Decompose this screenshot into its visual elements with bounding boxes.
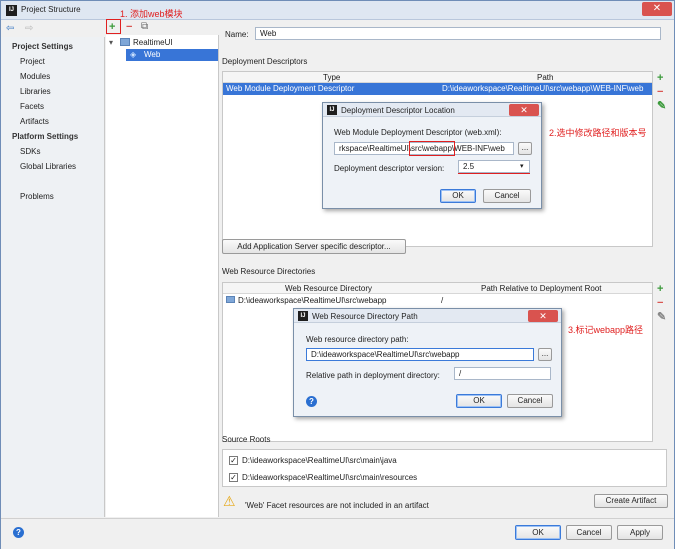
chevron-down-icon: ▾: [520, 163, 524, 170]
facet-settings-panel: Name: Web Deployment Descriptors Type Pa…: [220, 21, 675, 517]
descriptor-dialog-title-bar: IJ Deployment Descriptor Location ✕: [323, 103, 541, 117]
sidebar-item-project[interactable]: Project: [20, 57, 45, 66]
sidebar-header-project-settings: Project Settings: [12, 42, 73, 51]
remove-resource-dir-icon[interactable]: −: [657, 298, 663, 309]
col-path[interactable]: Path: [537, 73, 553, 82]
descriptor-dialog-title: Deployment Descriptor Location: [341, 106, 455, 115]
folder-icon: [226, 296, 235, 303]
resource-dialog-title: Web Resource Directory Path: [312, 312, 418, 321]
source-root-resources: D:\ideaworkspace\RealtimeUI\src\main\res…: [242, 473, 418, 482]
edit-descriptor-icon[interactable]: ✎: [657, 101, 666, 112]
resource-dir-path: D:\ideaworkspace\RealtimeUI\src\webapp: [238, 296, 387, 305]
web-resource-dirs-label: Web Resource Directories: [222, 267, 316, 276]
tree-item-web-selected[interactable]: ◈ Web: [126, 49, 218, 61]
deployment-descriptors-label: Deployment Descriptors: [222, 57, 308, 66]
chevron-down-icon[interactable]: ▾: [109, 38, 113, 47]
resource-ok-button[interactable]: OK: [456, 394, 502, 408]
col-resource-dir[interactable]: Web Resource Directory: [285, 284, 372, 293]
module-folder-icon: [120, 38, 130, 46]
resource-dir-relative: /: [441, 296, 444, 305]
create-artifact-button[interactable]: Create Artifact: [594, 494, 668, 508]
descriptor-path: D:\ideaworkspace\RealtimeUI\src\webapp\W…: [442, 84, 644, 93]
resource-cancel-button[interactable]: Cancel: [507, 394, 553, 408]
annotation-edit-path-version: 2.选中修改路径和版本号: [549, 128, 647, 138]
project-structure-window: IJ Project Structure ✕ ⇦ ⇨ Project Setti…: [0, 0, 675, 549]
edit-resource-dir-icon[interactable]: ✎: [657, 312, 666, 323]
source-roots-list: ✓ D:\ideaworkspace\RealtimeUI\src\main\j…: [222, 449, 667, 487]
source-root-checkbox-java[interactable]: ✓: [229, 456, 238, 465]
intellij-dialog-icon: IJ: [327, 105, 337, 115]
sidebar-header-platform-settings: Platform Settings: [12, 132, 79, 141]
source-root-java: D:\ideaworkspace\RealtimeUI\src\main\jav…: [242, 456, 397, 465]
sidebar-item-problems[interactable]: Problems: [20, 192, 54, 201]
col-type[interactable]: Type: [323, 73, 340, 82]
resource-dialog-close[interactable]: ✕: [528, 310, 558, 322]
resource-dir-dialog: IJ Web Resource Directory Path ✕ Web res…: [293, 308, 562, 417]
web-facet-icon: ◈: [130, 50, 137, 59]
window-close-button[interactable]: ✕: [642, 2, 672, 16]
sidebar-item-modules[interactable]: Modules: [20, 72, 50, 81]
descriptor-version-label: Deployment descriptor version:: [334, 164, 445, 173]
sidebar-item-global-libraries[interactable]: Global Libraries: [20, 162, 76, 171]
sidebar-item-libraries[interactable]: Libraries: [20, 87, 51, 96]
descriptor-version-value: 2.5: [463, 162, 475, 171]
add-server-descriptor-button[interactable]: Add Application Server specific descript…: [222, 239, 406, 254]
copy-module-button[interactable]: ⧉: [141, 21, 148, 32]
descriptor-ok-button[interactable]: OK: [440, 189, 476, 203]
descriptor-location-dialog: IJ Deployment Descriptor Location ✕ Web …: [322, 102, 542, 209]
dialog-footer: ? OK Cancel Apply: [1, 518, 674, 549]
intellij-app-icon: IJ: [6, 5, 17, 16]
relative-path-label: Relative path in deployment directory:: [306, 371, 440, 380]
help-icon[interactable]: ?: [306, 396, 317, 407]
tree-item-web-label: Web: [144, 50, 161, 59]
facet-name-field[interactable]: Web: [255, 27, 661, 40]
name-label: Name:: [225, 30, 249, 39]
module-tree: ▾ RealtimeUI ◈ Web: [106, 35, 219, 517]
remove-descriptor-icon[interactable]: −: [657, 87, 663, 98]
back-arrow-icon[interactable]: ⇦: [6, 23, 14, 34]
title-bar: IJ Project Structure ✕: [1, 1, 674, 20]
help-icon[interactable]: ?: [13, 527, 24, 538]
footer-ok-button[interactable]: OK: [515, 525, 561, 540]
intellij-dialog-icon: IJ: [298, 311, 308, 321]
forward-arrow-icon[interactable]: ⇨: [25, 23, 33, 34]
version-underline-highlight: [458, 173, 530, 174]
annotation-add-web-module: 1. 添加web模块: [120, 9, 183, 19]
sidebar-item-facets[interactable]: Facets: [20, 102, 44, 111]
resource-dir-field[interactable]: D:\ideaworkspace\RealtimeUI\src\webapp: [306, 348, 534, 361]
resource-dialog-title-bar: IJ Web Resource Directory Path ✕: [294, 309, 561, 323]
footer-apply-button[interactable]: Apply: [617, 525, 663, 540]
window-title: Project Structure: [21, 5, 81, 14]
annotation-mark-webapp: 3.标记webapp路径: [568, 325, 644, 335]
tree-item-module[interactable]: RealtimeUI: [133, 38, 173, 47]
add-descriptor-icon[interactable]: +: [657, 73, 663, 84]
col-relative-path[interactable]: Path Relative to Deployment Root: [481, 284, 602, 293]
descriptor-type: Web Module Deployment Descriptor: [226, 84, 355, 93]
source-root-checkbox-resources[interactable]: ✓: [229, 473, 238, 482]
descriptor-dialog-close[interactable]: ✕: [509, 104, 539, 116]
descriptor-cancel-button[interactable]: Cancel: [483, 189, 531, 203]
settings-sidebar: Project Settings Project Modules Librari…: [1, 37, 105, 517]
warning-icon: ⚠: [223, 493, 236, 509]
add-module-button[interactable]: +: [109, 21, 115, 33]
source-roots-label: Source Roots: [222, 435, 271, 444]
descriptor-version-select[interactable]: 2.5 ▾: [458, 160, 530, 173]
remove-module-button[interactable]: −: [126, 21, 132, 33]
sidebar-item-sdks[interactable]: SDKs: [20, 147, 40, 156]
resource-dirs-header: Web Resource Directory Path Relative to …: [223, 283, 652, 294]
descriptor-path-highlight: [409, 141, 455, 156]
artifact-warning-text: 'Web' Facet resources are not included i…: [245, 501, 429, 510]
add-resource-dir-icon[interactable]: +: [657, 284, 663, 295]
relative-path-field[interactable]: /: [454, 367, 551, 380]
resource-dir-label: Web resource directory path:: [306, 335, 409, 344]
resource-dir-row[interactable]: D:\ideaworkspace\RealtimeUI\src\webapp /: [223, 294, 652, 306]
footer-cancel-button[interactable]: Cancel: [566, 525, 612, 540]
descriptor-row[interactable]: Web Module Deployment Descriptor D:\idea…: [223, 83, 652, 95]
sidebar-item-artifacts[interactable]: Artifacts: [20, 117, 49, 126]
resource-browse-button[interactable]: ...: [538, 348, 552, 361]
descriptor-path-label: Web Module Deployment Descriptor (web.xm…: [334, 128, 502, 137]
descriptor-browse-button[interactable]: ...: [518, 142, 532, 155]
descriptors-header: Type Path: [223, 72, 652, 83]
